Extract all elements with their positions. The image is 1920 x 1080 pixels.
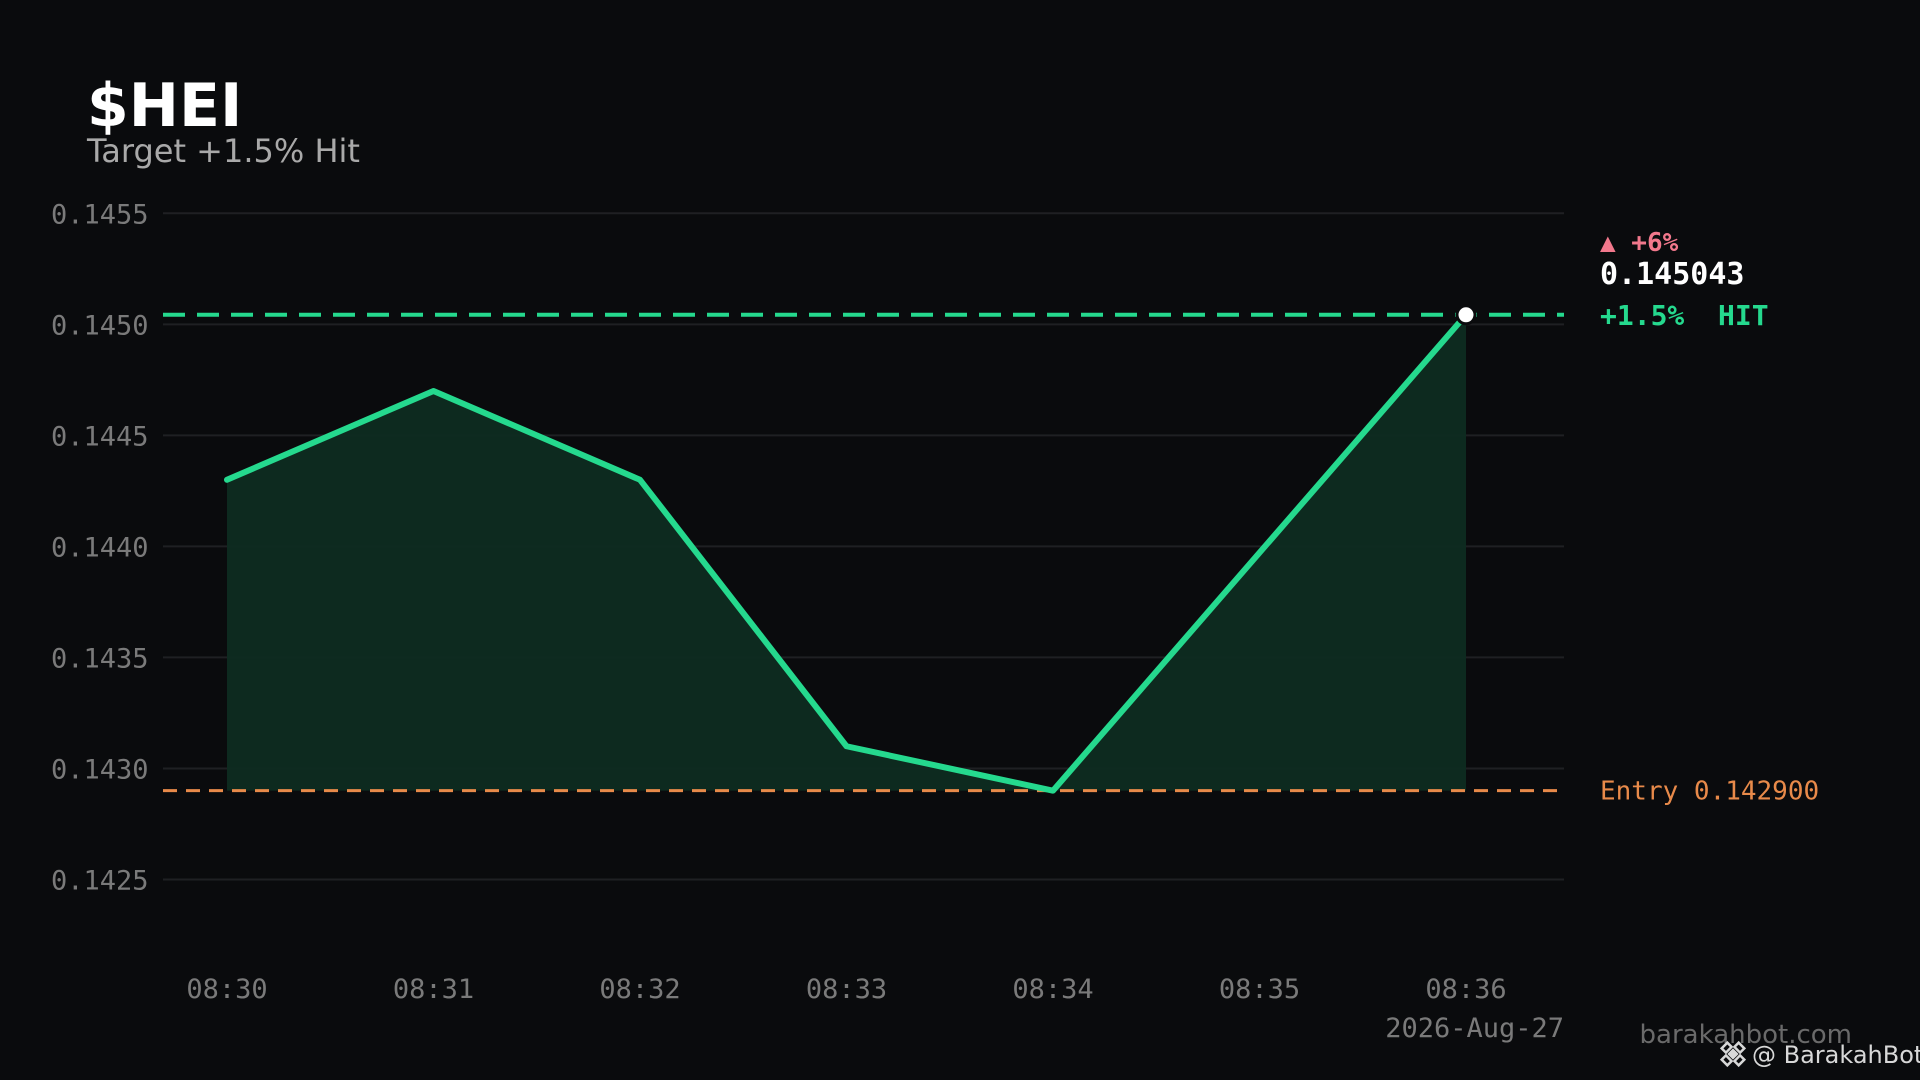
chart-title: $HEI: [87, 71, 242, 141]
x-axis-ticks: 08:30 08:31 08:32 08:33 08:34 08:35 08:36: [186, 974, 1506, 1005]
y-tick-label: 0.1425: [51, 865, 149, 896]
watermark-handle: @ BarakahBot: [1752, 1041, 1920, 1069]
y-axis-ticks: 0.1455 0.1450 0.1445 0.1440 0.1435 0.1430 0.14…: [51, 199, 149, 896]
last-price-marker: [1455, 304, 1477, 326]
chart-subtitle: Target +1.5% Hit: [86, 132, 360, 170]
peak-change-label: ▲ +6%: [1600, 228, 1679, 258]
x-tick-label: 08:31: [393, 974, 474, 1005]
series-area: [227, 314, 1466, 791]
x-tick-label: 08:32: [599, 974, 680, 1005]
target-hit-label: +1.5% HIT: [1600, 299, 1769, 332]
chart: $HEI Target +1.5% Hit 0.1455 0.1450 0.1445…: [51, 71, 1920, 1069]
area-layer: [227, 314, 1466, 791]
x-tick-label: 08:30: [186, 974, 267, 1005]
y-tick-label: 0.1435: [51, 643, 149, 674]
entry-label: Entry 0.142900: [1600, 777, 1819, 807]
y-tick-label: 0.1450: [51, 310, 149, 341]
x-tick-label: 08:35: [1219, 974, 1300, 1005]
y-tick-label: 0.1430: [51, 754, 149, 785]
date-label: 2026-Aug-27: [1385, 1013, 1564, 1044]
current-price-label: 0.145043: [1600, 257, 1745, 292]
x-tick-label: 08:33: [806, 974, 887, 1005]
y-tick-label: 0.1455: [51, 199, 149, 230]
y-tick-label: 0.1440: [51, 532, 149, 563]
y-tick-label: 0.1445: [51, 421, 149, 452]
x-tick-label: 08:36: [1425, 974, 1506, 1005]
x-tick-label: 08:34: [1012, 974, 1093, 1005]
